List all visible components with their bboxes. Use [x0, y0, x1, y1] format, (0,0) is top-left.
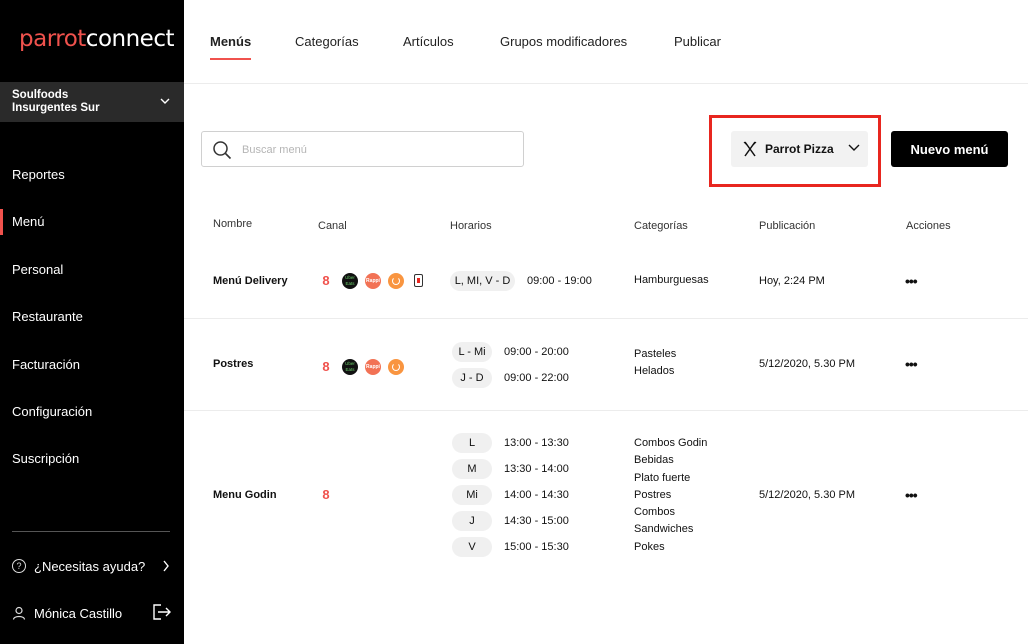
schedule-days: L, MI, V - D	[450, 271, 515, 291]
store-name: Soulfoods Insurgentes Sur	[12, 89, 100, 114]
row-divider	[184, 318, 1028, 319]
search-input[interactable]	[242, 140, 512, 160]
category-item: Pasteles	[634, 348, 677, 360]
uber-eats-icon: Uber Eats	[342, 359, 358, 375]
schedule-time: 09:00 - 19:00	[527, 275, 592, 287]
user-profile[interactable]: Mónica Castillo	[12, 602, 172, 624]
publication-date: Hoy, 2:24 PM	[759, 275, 825, 287]
category-item: Bebidas	[634, 454, 674, 467]
didi-food-icon	[388, 273, 404, 289]
parrot-channel-icon: 8	[322, 359, 330, 374]
parrot-connect-logo[interactable]: parrotconnect	[19, 26, 174, 52]
phone-order-icon	[414, 274, 423, 287]
tab-categorias[interactable]: Categorías	[295, 34, 359, 49]
logo-part-connect: connect	[85, 26, 175, 52]
header-nombre[interactable]: Nombre	[213, 218, 252, 230]
sidebar-nav: Reportes Menú Personal Restaurante Factu…	[0, 151, 184, 483]
parrot-channel-icon: 8	[322, 487, 330, 502]
top-tabs: Menús Categorías Artículos Grupos modifi…	[184, 0, 1028, 84]
sidebar-item-configuracion[interactable]: Configuración	[0, 388, 184, 435]
menu-name[interactable]: Menú Delivery	[213, 275, 288, 287]
category-item: Sandwiches	[634, 523, 694, 536]
more-actions-icon[interactable]: •••	[905, 273, 918, 289]
category-item: Pokes	[634, 540, 665, 553]
schedule-days: J	[452, 511, 492, 531]
fork-knife-icon	[743, 141, 757, 157]
search-box	[201, 131, 524, 167]
sidebar-item-reportes[interactable]: Reportes	[0, 151, 184, 198]
chevron-right-icon	[163, 560, 169, 572]
logo-part-parrot: parrot	[19, 26, 86, 52]
tab-menus[interactable]: Menús	[210, 34, 252, 60]
help-label: ¿Necesitas ayuda?	[34, 558, 146, 574]
category-list: Combos Godin Bebidas Plato fuerte Postre…	[634, 435, 707, 556]
tab-grupos-modificadores[interactable]: Grupos modificadores	[500, 34, 627, 49]
sidebar-item-personal[interactable]: Personal	[0, 246, 184, 293]
category-item: Combos Godin	[634, 437, 708, 449]
header-horarios[interactable]: Horarios	[450, 220, 492, 232]
parrot-channel-icon: 8	[322, 273, 330, 288]
schedule-days: Mi	[452, 485, 492, 505]
publication-date: 5/12/2020, 5.30 PM	[759, 489, 856, 501]
schedule-time: 15:00 - 15:30	[504, 541, 569, 553]
user-name: Mónica Castillo	[34, 605, 123, 621]
category-item: Combos	[634, 506, 675, 519]
category-item: Helados	[634, 365, 675, 378]
didi-food-icon	[388, 359, 404, 375]
store-selector[interactable]: Soulfoods Insurgentes Sur	[0, 82, 184, 122]
schedule-time: 13:30 - 14:00	[504, 463, 569, 475]
sidebar: parrotconnect Soulfoods Insurgentes Sur …	[0, 0, 184, 644]
rappi-icon: Rappi	[365, 273, 381, 289]
sidebar-item-menu[interactable]: Menú	[0, 198, 184, 245]
help-link[interactable]: ? ¿Necesitas ayuda?	[12, 556, 172, 576]
sidebar-item-restaurante[interactable]: Restaurante	[0, 293, 184, 340]
search-icon	[213, 141, 232, 160]
sidebar-divider	[12, 531, 170, 532]
category-list: Pasteles Helados	[634, 346, 676, 381]
schedule-time: 13:00 - 13:30	[504, 437, 569, 449]
brand-name: Parrot Pizza	[765, 142, 834, 156]
logout-icon[interactable]	[152, 603, 172, 621]
menu-name[interactable]: Postres	[213, 358, 253, 370]
tab-publicar[interactable]: Publicar	[674, 34, 721, 49]
category-item: Hamburguesas	[634, 274, 709, 286]
chevron-down-icon	[160, 98, 170, 104]
more-actions-icon[interactable]: •••	[905, 356, 918, 372]
schedule-days: L - Mi	[452, 342, 492, 362]
row-divider	[184, 410, 1028, 411]
header-categorias[interactable]: Categorías	[634, 220, 688, 232]
question-icon: ?	[12, 559, 26, 573]
schedule-time: 09:00 - 22:00	[504, 372, 569, 384]
schedule-days: M	[452, 459, 492, 479]
header-canal[interactable]: Canal	[318, 220, 347, 232]
header-acciones[interactable]: Acciones	[906, 220, 951, 232]
more-actions-icon[interactable]: •••	[905, 487, 918, 503]
user-icon	[12, 606, 26, 620]
chevron-down-icon	[848, 144, 860, 151]
category-item: Plato fuerte	[634, 471, 691, 484]
header-publicacion[interactable]: Publicación	[759, 220, 815, 232]
schedule-days: L	[452, 433, 492, 453]
brand-dropdown[interactable]: Parrot Pizza	[731, 131, 868, 167]
menu-name[interactable]: Menu Godin	[213, 489, 277, 501]
uber-eats-icon: Uber Eats	[342, 273, 358, 289]
schedule-days: V	[452, 537, 492, 557]
schedule-time: 14:30 - 15:00	[504, 515, 569, 527]
publication-date: 5/12/2020, 5.30 PM	[759, 358, 856, 370]
sidebar-item-suscripcion[interactable]: Suscripción	[0, 435, 184, 482]
category-list: Hamburguesas	[634, 272, 709, 289]
category-item: Postres	[634, 488, 672, 501]
tab-articulos[interactable]: Artículos	[403, 34, 454, 49]
new-menu-button[interactable]: Nuevo menú	[891, 131, 1008, 167]
rappi-icon: Rappi	[365, 359, 381, 375]
sidebar-item-facturacion[interactable]: Facturación	[0, 341, 184, 388]
schedule-days: J - D	[452, 368, 492, 388]
schedule-time: 14:00 - 14:30	[504, 489, 569, 501]
schedule-time: 09:00 - 20:00	[504, 346, 569, 358]
app-root: parrotconnect Soulfoods Insurgentes Sur …	[0, 0, 1028, 644]
